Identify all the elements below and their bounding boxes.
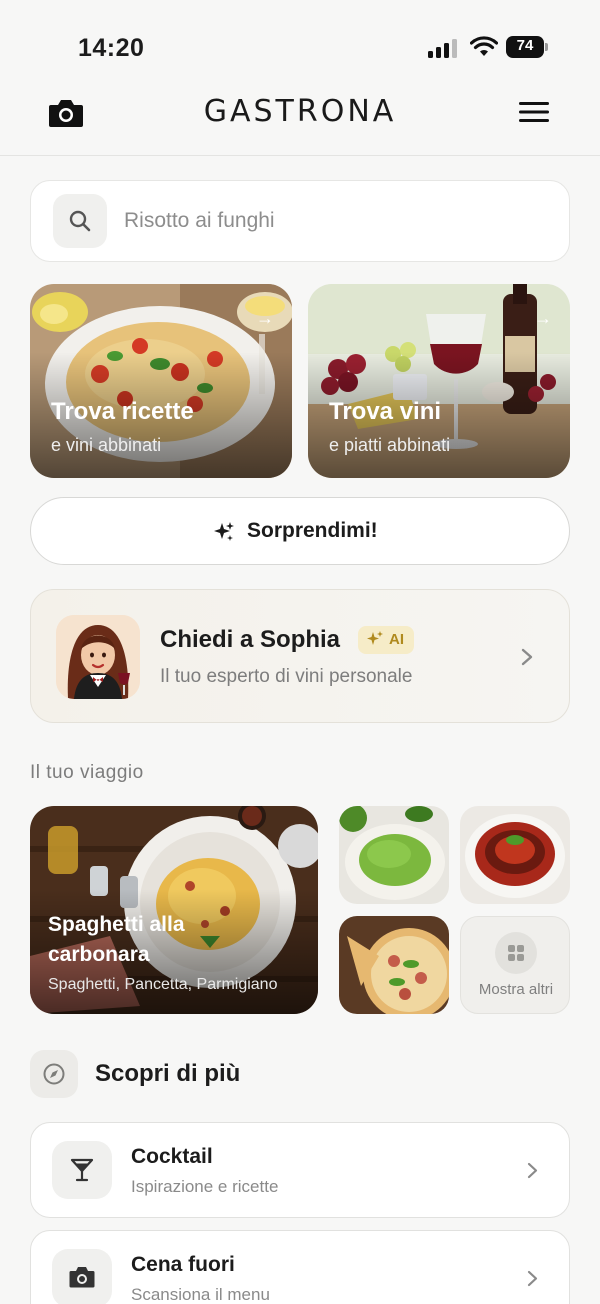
discover-item-title: Cocktail xyxy=(131,1145,213,1168)
arrow-right-icon: → xyxy=(534,308,552,328)
battery-tip xyxy=(545,43,548,51)
show-more-button[interactable]: Mostra altri xyxy=(460,916,570,1014)
discover-item-cocktail[interactable]: Cocktail Ispirazione e ricette xyxy=(30,1122,570,1218)
find-wines-title: Trova vini xyxy=(329,398,442,425)
featured-recipe-title: Spaghetti alla carbonara xyxy=(48,913,185,966)
eggplant-parmigiana-thumbnail[interactable] xyxy=(460,806,570,904)
compass-icon xyxy=(30,1050,78,1098)
battery-icon: 74 xyxy=(506,36,548,58)
wifi-icon xyxy=(470,36,498,56)
sophia-avatar xyxy=(56,615,140,699)
ai-badge: AI xyxy=(358,626,414,654)
journey-section-title: Il tuo viaggio xyxy=(30,762,144,783)
discover-item-title: Cena fuori xyxy=(131,1253,235,1276)
chevron-right-icon xyxy=(527,1270,538,1287)
arrow-right-icon: → xyxy=(256,308,274,328)
find-recipes-subtitle: e vini abbinati xyxy=(51,435,162,455)
status-bar: 14:20 74 xyxy=(0,0,600,80)
status-time: 14:20 xyxy=(78,34,145,62)
find-recipes-card[interactable]: → Trova ricette e vini abbinati xyxy=(30,284,292,478)
search-placeholder[interactable]: Risotto ai funghi xyxy=(124,209,275,233)
ask-sophia-card[interactable]: Chiedi a Sophia AI Il tuo esperto di vin… xyxy=(30,589,570,723)
grid-icon xyxy=(495,932,537,974)
discover-section-title: Scopri di più xyxy=(95,1060,241,1087)
discover-item-subtitle: Scansiona il menu xyxy=(131,1285,270,1304)
featured-recipe-card[interactable]: Spaghetti alla carbonara Spaghetti, Panc… xyxy=(30,806,318,1014)
pesto-pasta-thumbnail[interactable] xyxy=(339,806,449,904)
camera-icon[interactable] xyxy=(48,97,84,129)
menu-icon[interactable] xyxy=(518,100,550,124)
discover-item-dining-out[interactable]: Cena fuori Scansiona il menu xyxy=(30,1230,570,1304)
pizza-thumbnail[interactable] xyxy=(339,916,449,1014)
find-wines-card[interactable]: → Trova vini e piatti abbinati xyxy=(308,284,570,478)
sparkle-icon xyxy=(367,631,383,645)
sophia-title: Chiedi a Sophia xyxy=(160,626,341,653)
battery-level: 74 xyxy=(516,37,534,54)
find-recipes-title: Trova ricette xyxy=(51,398,194,425)
app-header: GASTRONA xyxy=(0,80,600,156)
chevron-right-icon xyxy=(521,648,533,666)
sparkle-icon xyxy=(214,522,234,541)
featured-recipe-ingredients: Spaghetti, Pancetta, Parmigiano xyxy=(48,976,278,993)
surprise-me-label: Sorprendimi! xyxy=(247,519,378,542)
cocktail-icon xyxy=(52,1141,112,1199)
ai-badge-label: AI xyxy=(389,631,404,648)
search-bar[interactable]: Risotto ai funghi xyxy=(30,180,570,262)
chevron-right-icon xyxy=(527,1162,538,1179)
surprise-me-button[interactable]: Sorprendimi! xyxy=(30,497,570,565)
discover-item-subtitle: Ispirazione e ricette xyxy=(131,1177,279,1196)
sophia-description: Il tuo esperto di vini personale xyxy=(160,666,413,687)
show-more-label: Mostra altri xyxy=(478,981,554,998)
signal-icon xyxy=(428,39,457,58)
camera-icon xyxy=(52,1249,112,1304)
search-icon xyxy=(53,194,107,248)
find-wines-subtitle: e piatti abbinati xyxy=(329,435,451,455)
app-logo: GASTRONA xyxy=(203,94,397,129)
